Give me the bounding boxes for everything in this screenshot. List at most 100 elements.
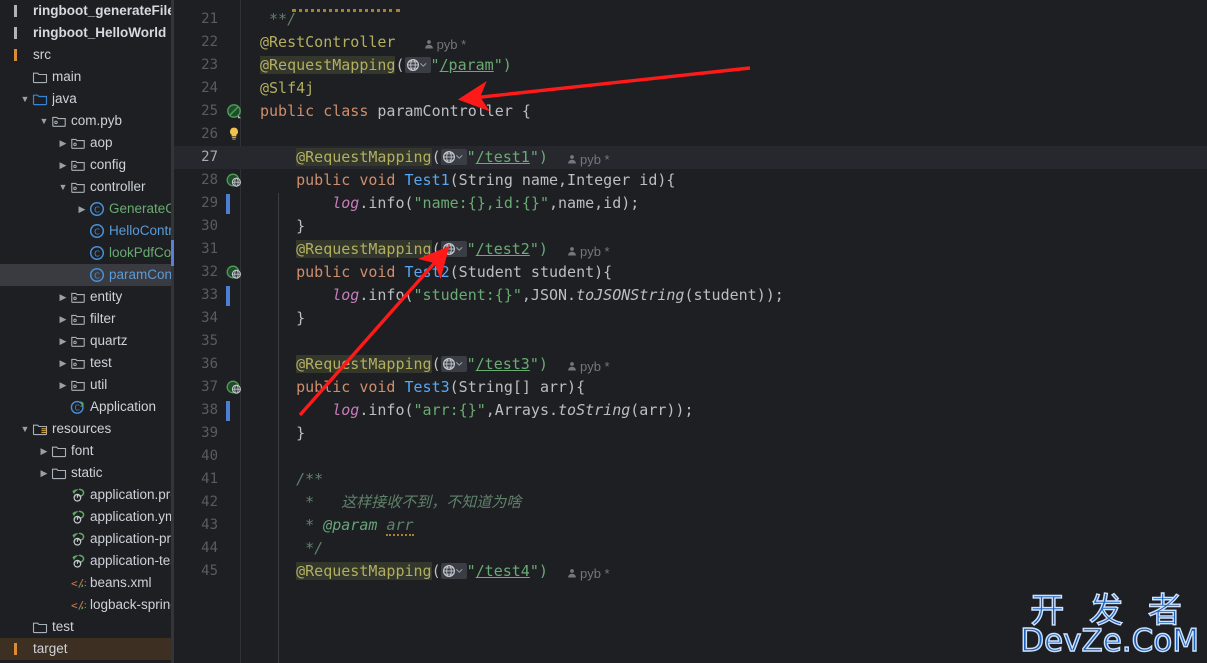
chevron-down-icon[interactable]: ▼ [38,110,50,132]
code-line[interactable]: 45 @RequestMapping("/test4") pyb * [174,560,1207,583]
tree-item-filter[interactable]: ▶ filter [0,308,174,330]
project-tree[interactable]: ringboot_generateFile ringboot_HelloWorld… [0,0,174,660]
code-token: /test4 [475,562,530,580]
code-line[interactable]: 26 [174,123,1207,146]
package-icon [69,377,86,393]
chevron-down-icon[interactable]: ▼ [19,88,31,110]
tree-item-paramcontro[interactable]: CparamContro [0,264,174,286]
web-run-icon[interactable] [226,379,244,397]
code-line[interactable]: 22 @RestController pyb * [174,31,1207,54]
code-line[interactable]: 25 public class paramController { [174,100,1207,123]
code-line[interactable]: 28 public void Test1(String name,Integer… [174,169,1207,192]
globe-dropdown[interactable] [404,57,431,73]
chevron-down-icon[interactable]: ▼ [19,418,31,440]
code-line[interactable]: 23 @RequestMapping("/param") [174,54,1207,77]
tree-item-test[interactable]: ▶ test [0,352,174,374]
code-line[interactable]: 40 [174,445,1207,468]
chevron-right-icon[interactable]: ▶ [57,308,69,330]
code-line[interactable]: 29 log.info("name:{},id:{}",name,id); [174,192,1207,215]
chevron-right-icon[interactable]: ▶ [57,330,69,352]
chevron-right-icon[interactable]: ▶ [38,462,50,484]
tree-item-target[interactable]: target [0,638,174,660]
chevron-right-icon[interactable]: ▶ [38,440,50,462]
spring-config-icon [71,532,84,546]
tree-item-src[interactable]: src [0,44,174,66]
globe-dropdown[interactable] [440,563,467,579]
tree-item-ringboot-generatefile[interactable]: ringboot_generateFile [0,0,174,22]
tree-item-entity[interactable]: ▶ entity [0,286,174,308]
tree-item-application-prod-ym[interactable]: application-prod.ym [0,528,174,550]
chevron-right-icon[interactable]: ▶ [57,154,69,176]
tree-item-java[interactable]: ▼ java [0,88,174,110]
code-author-label: pyb * [579,565,610,581]
code-line[interactable]: 37 public void Test3(String[] arr){ [174,376,1207,399]
code-token: .info( [359,401,414,419]
line-number: 29 [201,195,218,211]
xml-file-icon: </> [71,599,86,612]
web-run-icon[interactable] [226,264,244,282]
tree-item-config[interactable]: ▶ config [0,154,174,176]
tree-item-aop[interactable]: ▶ aop [0,132,174,154]
tree-item-com-pyb[interactable]: ▼ com.pyb [0,110,174,132]
tree-item-controller[interactable]: ▼ controller [0,176,174,198]
code-line[interactable]: 41 /** [174,468,1207,491]
tree-item-test[interactable]: test [0,616,174,638]
tree-item-ringboot-helloworld[interactable]: ringboot_HelloWorld [0,22,174,44]
class-icon: C [88,267,105,283]
code-line[interactable]: 44 */ [174,537,1207,560]
no-run-icon[interactable] [226,103,244,121]
code-line[interactable]: 34 } [174,307,1207,330]
code-token: "student:{}" [413,286,522,304]
globe-dropdown[interactable] [440,356,467,372]
chevron-down-icon[interactable]: ▼ [57,176,69,198]
code-editor[interactable]: 21 **/22 @RestController pyb * 23 @RequestM… [174,0,1207,663]
tree-item-quartz[interactable]: ▶ quartz [0,330,174,352]
editor-lines[interactable]: 21 **/22 @RestController pyb * 23 @RequestM… [174,0,1207,583]
web-run-icon[interactable] [226,172,244,190]
code-line[interactable]: 27 @RequestMapping("/test1") pyb * [174,146,1207,169]
code-line[interactable]: 32 public void Test2(Student student){ [174,261,1207,284]
tree-item-logback-spring-xm[interactable]: </> logback-spring.xm [0,594,175,616]
chevron-right-icon[interactable]: ▶ [57,132,69,154]
code-line[interactable]: 35 [174,330,1207,353]
tree-item-static[interactable]: ▶ static [0,462,174,484]
project-tree-sidebar[interactable]: ringboot_generateFile ringboot_HelloWorld… [0,0,174,663]
code-line[interactable]: 43 * @param arr [174,514,1207,537]
chevron-right-icon[interactable]: ▶ [57,352,69,374]
tree-item-resources[interactable]: ▼ resources [0,418,174,440]
code-text: log.info("name:{},id:{}",name,id); [260,192,639,215]
code-line[interactable]: 24 @Slf4j [174,77,1207,100]
tree-item-application[interactable]: C Application [0,396,174,418]
tree-item-hellocontrol[interactable]: C HelloControl [0,220,174,242]
chevron-right-icon[interactable]: ▶ [57,286,69,308]
chevron-right-icon[interactable]: ▶ [57,374,69,396]
tree-item-application-propert[interactable]: application.propert [0,484,174,506]
code-line[interactable]: 33 log.info("student:{}",JSON.toJSONStri… [174,284,1207,307]
code-line[interactable]: 39 } [174,422,1207,445]
chevron-right-icon[interactable]: ▶ [76,198,88,220]
code-token: @RequestMapping [296,355,432,373]
globe-dropdown[interactable] [440,149,467,165]
folder-icon [51,468,66,480]
code-line[interactable]: 38 log.info("arr:{}",Arrays.toString(arr… [174,399,1207,422]
tree-item-label: application.yml [90,509,174,524]
tree-item-lookpdfcont[interactable]: ClookPdfCont [0,242,174,264]
tree-item-generatecon[interactable]: ▶ C GenerateCon [0,198,174,220]
bulb-icon[interactable] [226,126,244,144]
code-line[interactable]: 36 @RequestMapping("/test3") pyb * [174,353,1207,376]
tree-item-application-yml[interactable]: application.yml [0,506,174,528]
code-line[interactable]: 42 * 这样接收不到，不知道为啥 [174,491,1207,514]
code-line[interactable] [174,0,1207,12]
code-line[interactable]: 31 @RequestMapping("/test2") pyb * [174,238,1207,261]
tree-item-application-test-ym[interactable]: application-test.ym [0,550,174,572]
tree-item-font[interactable]: ▶ font [0,440,174,462]
tree-item-beans-xml[interactable]: </> beans.xml [0,572,174,594]
tree-item-main[interactable]: main [0,66,174,88]
chevron-down-icon [455,247,463,251]
code-token: @RequestMapping [296,148,432,166]
code-line[interactable]: 21 **/ [174,8,1207,31]
globe-dropdown[interactable] [440,241,467,257]
tree-item-util[interactable]: ▶ util [0,374,174,396]
code-line[interactable]: 30 } [174,215,1207,238]
